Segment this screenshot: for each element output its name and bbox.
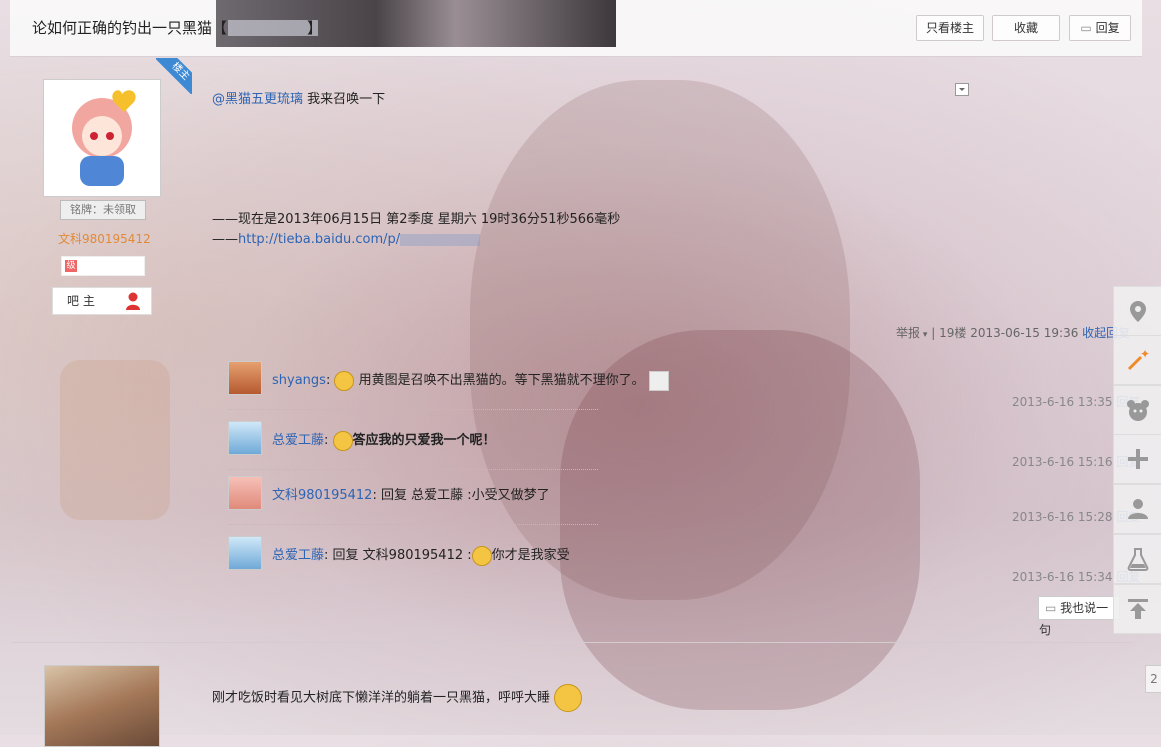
emoji-icon [471, 545, 492, 566]
reply-avatar[interactable] [228, 536, 262, 570]
role-badge: 吧 主 [52, 287, 152, 315]
rail-back-to-top-button[interactable] [1113, 584, 1161, 634]
reply-content: 回复 文科980195412 : [328, 548, 472, 563]
bear-icon [1127, 400, 1149, 421]
thread-title-end: 】 [307, 19, 323, 37]
reply-divider [228, 409, 598, 410]
flask-icon [1127, 548, 1149, 571]
reply-content: 答应我的只爱我一个呢！ [352, 433, 496, 448]
thread-header: 论如何正确的钓出一只黑猫【 】 只看楼主 收藏 ▭ 回复 [10, 0, 1142, 57]
location-pin-icon [1130, 301, 1146, 322]
reply-button-label: 回复 [1095, 21, 1120, 35]
reply-item: 总爱工藤: 回复 文科980195412 : 你才是我家受 2013-6-16 1… [228, 536, 1140, 590]
reply-avatar[interactable] [228, 476, 262, 510]
post-line-3-prefix: —— [212, 232, 238, 247]
reply-user[interactable]: shyangs [272, 373, 326, 388]
reply-time-text: 2013-6-16 15:16 [1012, 455, 1113, 469]
lz-corner-tag: 楼主 [156, 58, 192, 94]
floor-number: 19楼 [939, 326, 967, 340]
reply-avatar[interactable] [228, 361, 262, 395]
collect-button[interactable]: 收藏 [992, 15, 1060, 41]
comment-icon: ▭ [1045, 601, 1057, 615]
post-line-1: @黑猫五更琉璃 我来召唤一下 [212, 88, 385, 107]
post-url-link[interactable]: http://tieba.baidu.com/p/ [238, 232, 400, 247]
post-datetime: 2013-06-15 19:36 [970, 326, 1079, 340]
reply-text: 总爱工藤: 回复 文科980195412 : 你才是我家受 [272, 544, 570, 566]
post-menu-dropdown[interactable] [955, 83, 969, 96]
avatar-art [72, 90, 136, 186]
author-avatar[interactable] [43, 79, 161, 197]
arrow-up-icon [1128, 599, 1148, 619]
reply-time-text: 2013-6-16 15:34 [1012, 570, 1113, 584]
magic-wand-icon: ✦ [1127, 348, 1150, 371]
author-name[interactable]: 文科980195412 [58, 230, 151, 247]
lz-tag-label: 楼主 [156, 58, 192, 94]
post-divider [12, 642, 1132, 643]
rail-plus-button[interactable] [1113, 434, 1161, 484]
svg-text:✦: ✦ [1140, 348, 1150, 361]
reply-content-2: 你才是我家受 [491, 548, 570, 563]
level-icon: 级 [65, 260, 77, 272]
nameplate[interactable]: 铭牌：未领取 [60, 200, 146, 220]
comment-icon: ▭ [1080, 21, 1092, 35]
reply-item: 总爱工藤: 答应我的只爱我一个呢！ 2013-6-16 15:16 回复 [228, 421, 1140, 475]
report-link[interactable]: 举报 [896, 326, 920, 340]
reply-text: shyangs: 用黄图是召唤不出黑猫的。等下黑猫就不理你了。 [272, 369, 669, 391]
reply-user[interactable]: 总爱工藤 [272, 548, 324, 563]
rail-lab-button[interactable] [1113, 534, 1161, 584]
reply-divider [228, 469, 598, 470]
rail-location-button[interactable] [1113, 286, 1161, 336]
reply-item: 文科980195412: 回复 总爱工藤 :小受又做梦了 2013-6-16 1… [228, 476, 1140, 530]
reply-divider [228, 524, 598, 525]
reply-button[interactable]: ▭ 回复 [1069, 15, 1131, 41]
post-line-3: ——http://tieba.baidu.com/p/ [212, 232, 481, 247]
reply-content: 回复 总爱工藤 :小受又做梦了 [376, 488, 550, 503]
level-badge[interactable]: 级 [61, 256, 145, 276]
emoji-icon [334, 370, 355, 391]
page-indicator[interactable]: 2 [1145, 665, 1161, 693]
only-lz-button[interactable]: 只看楼主 [916, 15, 984, 41]
reply-text: 文科980195412: 回复 总爱工藤 :小受又做梦了 [272, 488, 550, 503]
plus-icon [1128, 449, 1148, 469]
reply-time-text: 2013-6-16 13:35 [1012, 395, 1113, 409]
post-line-2: ——现在是2013年06月15日 第2季度 星期六 19时36分51秒566毫秒 [212, 212, 621, 227]
next-post-text: 刚才吃饭时看见大树底下懒洋洋的躺着一只黑猫，呼呼大睡 [212, 684, 583, 712]
rail-bear-button[interactable] [1113, 385, 1161, 435]
sleep-emoji-icon [554, 684, 583, 712]
emoji-icon [332, 430, 353, 451]
post-meta: 举报 ▾ | 19楼 2013-06-15 19:36 收起回复 [896, 326, 1131, 340]
reply-content: 用黄图是召唤不出黑猫的。等下黑猫就不理你了。 [354, 373, 645, 388]
thread-title: 论如何正确的钓出一只黑猫【 】 [32, 17, 322, 38]
user-icon [125, 292, 141, 310]
user-icon [1128, 499, 1148, 519]
next-post-content: 刚才吃饭时看见大树底下懒洋洋的躺着一只黑猫，呼呼大睡 [212, 690, 551, 706]
reply-time-text: 2013-6-16 15:28 [1012, 510, 1113, 524]
reply-item: shyangs: 用黄图是召唤不出黑猫的。等下黑猫就不理你了。 2013-6-1… [228, 361, 1140, 415]
rail-magic-button[interactable]: ✦ [1113, 335, 1161, 385]
rail-user-button[interactable] [1113, 484, 1161, 534]
post-line-1-text: 我来召唤一下 [303, 92, 386, 107]
mention-link[interactable]: @黑猫五更琉璃 [212, 92, 303, 107]
image-icon [648, 370, 669, 391]
chevron-down-icon [959, 88, 965, 91]
thread-title-text: 论如何正确的钓出一只黑猫【 [32, 19, 228, 37]
reply-user[interactable]: 文科980195412 [272, 488, 372, 503]
reply-avatar[interactable] [228, 421, 262, 455]
reply-user[interactable]: 总爱工藤 [272, 433, 324, 448]
role-label: 吧 主 [67, 294, 95, 308]
say-also-button[interactable]: ▭ 我也说一句 [1038, 596, 1120, 637]
reply-text: 总爱工藤: 答应我的只爱我一个呢！ [272, 429, 496, 451]
